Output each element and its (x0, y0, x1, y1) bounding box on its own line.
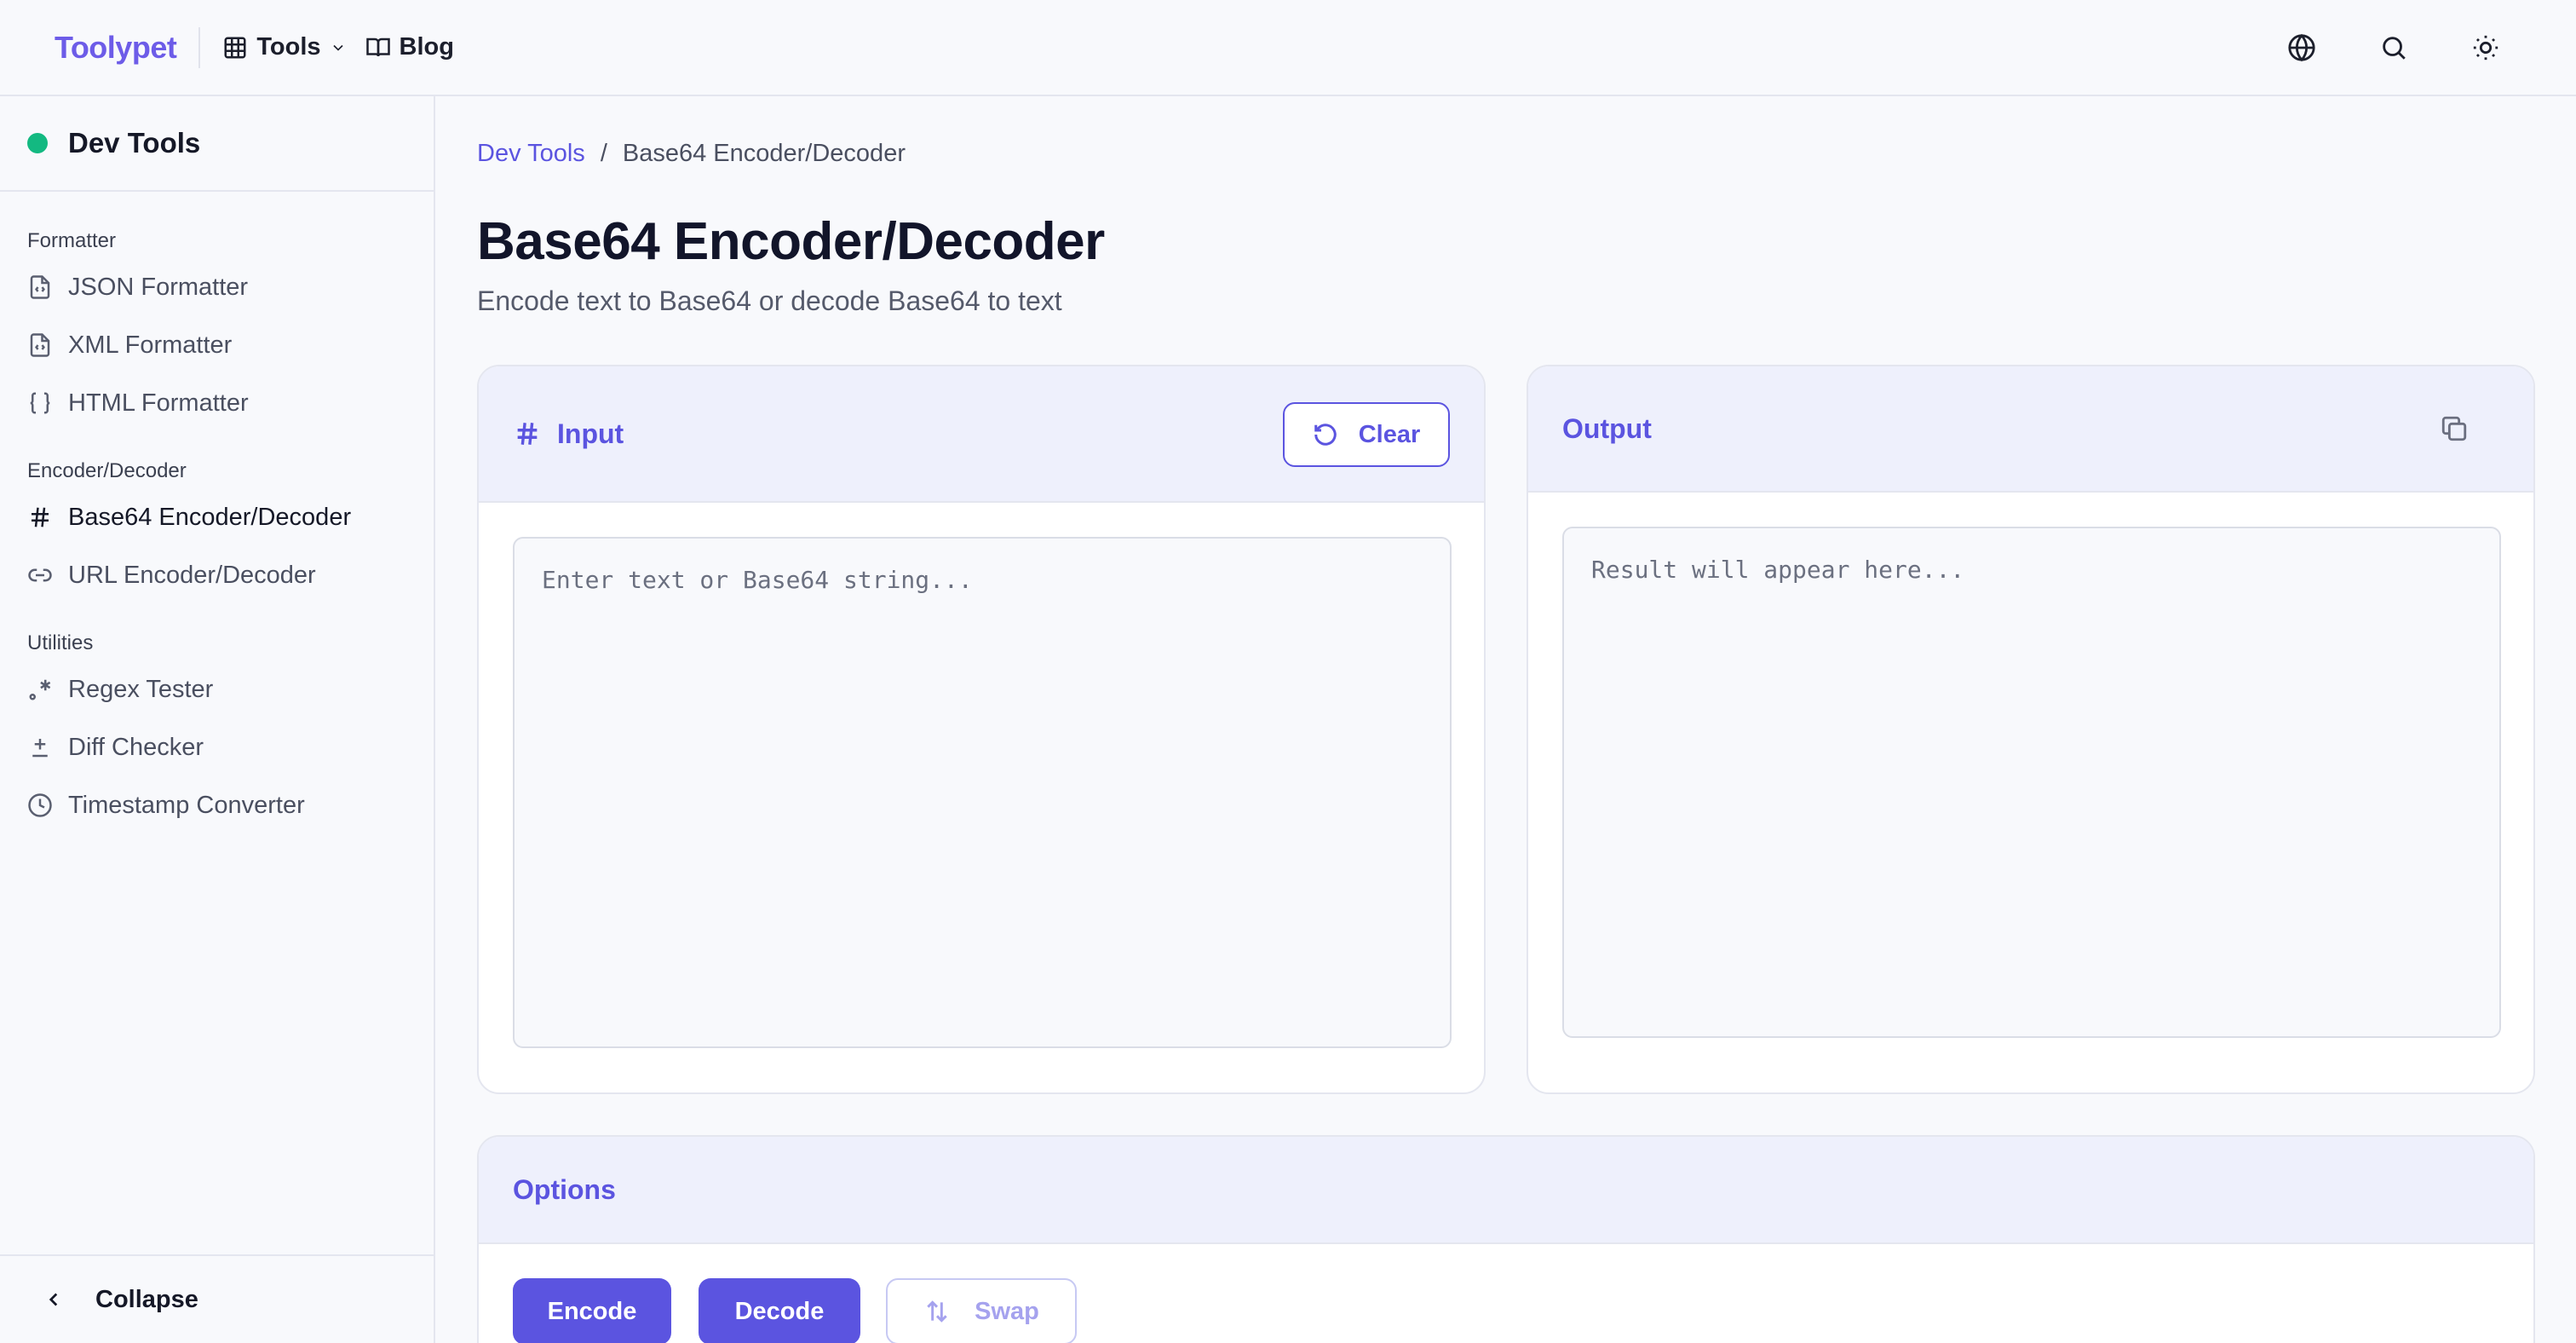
sidebar-item-label: Regex Tester (68, 675, 214, 703)
breadcrumb-current: Base64 Encoder/Decoder (622, 140, 906, 167)
plus-minus-icon (32, 739, 48, 758)
nav-blog-label: Blog (399, 33, 454, 61)
hash-icon (517, 423, 538, 445)
sidebar-item-label: HTML Formatter (68, 389, 249, 417)
nav-blog[interactable]: Blog (365, 33, 454, 61)
sidebar-section-utilities: Utilities (27, 631, 94, 654)
input-card-header: Input Clear (479, 366, 1484, 503)
input-card-title: Input (557, 418, 624, 449)
language-button[interactable] (2280, 26, 2324, 70)
sidebar-item-label: URL Encoder/Decoder (68, 561, 316, 589)
status-dot (27, 133, 48, 153)
sidebar-item-base64[interactable]: Base64 Encoder/Decoder (0, 488, 434, 546)
file-code-icon (30, 275, 50, 299)
braces-icon (30, 392, 50, 414)
sidebar-item-diff-checker[interactable]: Diff Checker (0, 718, 434, 776)
swap-button-label: Swap (975, 1297, 1039, 1325)
options-card-title: Options (513, 1173, 616, 1205)
sidebar-section-encoder-decoder: Encoder/Decoder (27, 459, 187, 482)
book-icon (365, 37, 390, 56)
hash-icon (32, 507, 49, 527)
brand-logo[interactable]: Toolypet (55, 30, 177, 66)
nav-tools[interactable]: Tools (222, 33, 346, 61)
collapse-button[interactable]: Collapse (0, 1254, 434, 1343)
breadcrumb-dev-tools[interactable]: Dev Tools (477, 140, 585, 168)
file-code-icon (30, 333, 50, 357)
options-card-header: Options (479, 1137, 2533, 1244)
link-icon (28, 568, 52, 582)
grid-icon (224, 37, 246, 58)
sun-icon (2473, 35, 2498, 61)
clock-icon (28, 793, 52, 817)
page-subtitle: Encode text to Base64 or decode Base64 t… (477, 285, 1062, 316)
swap-button[interactable]: Swap (886, 1278, 1077, 1343)
theme-toggle-button[interactable] (2464, 26, 2508, 70)
search-icon (2383, 37, 2406, 60)
output-card-header: Output (1528, 366, 2533, 493)
rotate-ccw-icon (1314, 424, 1337, 446)
search-button[interactable] (2372, 26, 2416, 70)
sidebar-title: Dev Tools (68, 127, 201, 159)
sidebar-item-url-encoder[interactable]: URL Encoder/Decoder (0, 546, 434, 604)
swap-vertical-icon (927, 1300, 947, 1323)
input-textarea[interactable] (513, 537, 1452, 1048)
breadcrumb: Dev Tools / Base64 Encoder/Decoder (477, 140, 906, 168)
sidebar-section-formatter: Formatter (27, 229, 117, 252)
sidebar-item-label: Base64 Encoder/Decoder (68, 503, 352, 531)
sidebar-item-timestamp-converter[interactable]: Timestamp Converter (0, 776, 434, 834)
sidebar: Dev Tools Formatter JSON Formatter XML F… (0, 96, 435, 1343)
breadcrumb-separator: / (600, 140, 607, 167)
regex-icon (29, 679, 51, 700)
encode-button[interactable]: Encode (513, 1278, 671, 1343)
copy-icon (2441, 416, 2467, 441)
sidebar-item-regex-tester[interactable]: Regex Tester (0, 660, 434, 718)
input-card: Input Clear (477, 365, 1486, 1094)
sidebar-header: Dev Tools (0, 96, 434, 192)
collapse-label: Collapse (95, 1285, 198, 1313)
decode-button[interactable]: Decode (699, 1278, 860, 1343)
copy-button[interactable] (2440, 414, 2474, 448)
clear-button-label: Clear (1358, 420, 1421, 448)
sidebar-item-label: XML Formatter (68, 331, 233, 359)
chevron-left-icon (49, 1293, 58, 1306)
sidebar-item-xml-formatter[interactable]: XML Formatter (0, 316, 434, 374)
clear-button[interactable]: Clear (1283, 402, 1450, 467)
output-textarea[interactable] (1562, 527, 2501, 1038)
header-divider (198, 26, 201, 68)
chevron-down-icon (332, 44, 343, 51)
page-title: Base64 Encoder/Decoder (477, 212, 1105, 271)
sidebar-item-label: Diff Checker (68, 733, 204, 761)
sidebar-item-json-formatter[interactable]: JSON Formatter (0, 258, 434, 316)
nav-tools-label: Tools (256, 33, 321, 61)
options-card: Options Encode Decode Swap (477, 1135, 2535, 1343)
top-bar: Toolypet Tools Blog (0, 0, 2576, 96)
sidebar-item-label: JSON Formatter (68, 273, 249, 301)
output-card: Output (1527, 365, 2535, 1094)
globe-icon (2288, 33, 2315, 62)
sidebar-item-label: Timestamp Converter (68, 791, 305, 819)
sidebar-item-html-formatter[interactable]: HTML Formatter (0, 374, 434, 432)
output-card-title: Output (1562, 412, 1652, 444)
